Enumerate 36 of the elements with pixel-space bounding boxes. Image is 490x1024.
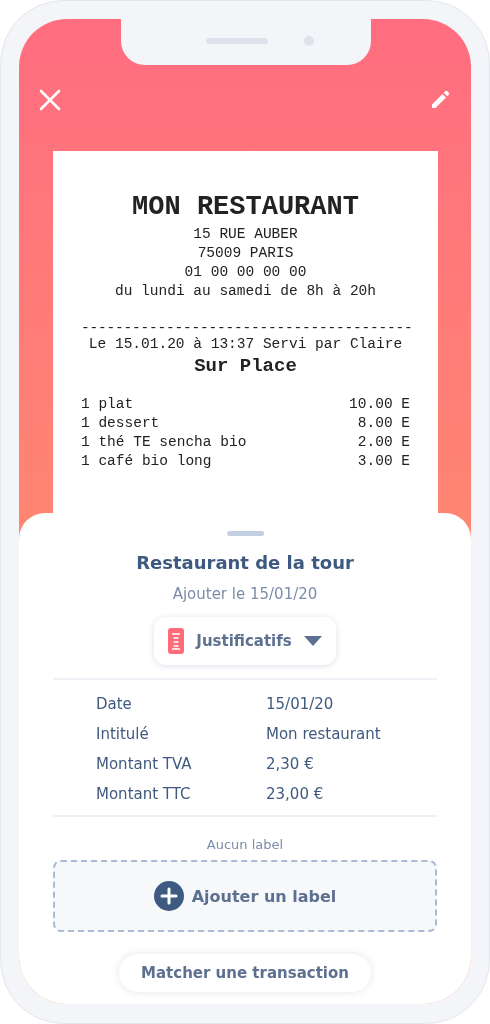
category-dropdown[interactable]: Justificatifs	[154, 617, 336, 665]
sheet-title: Restaurant de la tour	[136, 552, 354, 573]
caret-icon	[303, 636, 322, 646]
detail-label: Intitulé	[96, 724, 150, 744]
receipt-header-line: du lundi au samedi de 8h à 20h	[113, 282, 377, 301]
detail-label: Montant TVA	[96, 754, 193, 774]
item-label: 1 thé TE sencha bio	[81, 433, 247, 452]
receipt-header-line: 15 RUE AUBER	[192, 225, 299, 244]
receipt-icon	[168, 628, 185, 654]
item-label: 1 dessert	[81, 414, 160, 433]
detail-value: 15/01/20	[266, 694, 335, 714]
detail-value: 23,00 €	[266, 784, 325, 804]
match-transaction-button[interactable]: Matcher une transaction	[119, 954, 371, 992]
detail-label: Date	[96, 694, 133, 714]
served-line: Le 15.01.20 à 13:37 Servi par Claire	[87, 335, 404, 354]
pencil-icon[interactable]	[429, 89, 451, 111]
item-price: 2.00 E	[357, 433, 410, 452]
item-label: 1 plat	[81, 395, 134, 414]
item-label: 1 café bio long	[81, 452, 212, 471]
receipt-header-line: 75009 PARIS	[196, 244, 295, 263]
service-type: Sur Place	[193, 354, 298, 378]
dashed-separator: ---------------------------------------	[81, 321, 410, 335]
close-icon[interactable]	[39, 89, 61, 111]
detail-label: Montant TTC	[96, 784, 192, 804]
plus-icon	[153, 881, 184, 911]
receipt-header-line: 01 00 00 00 00	[183, 263, 308, 282]
item-price: 10.00 E	[349, 395, 410, 414]
restaurant-name: MON RESTAURANT	[131, 191, 360, 224]
sheet-subtitle: Ajouter le 15/01/20	[172, 585, 318, 603]
detail-value: 2,30 €	[266, 754, 315, 774]
item-price: 8.00 E	[357, 414, 410, 433]
drag-handle[interactable]	[226, 531, 264, 536]
labels-caption: Aucun label	[206, 837, 284, 852]
detail-value: Mon restaurant	[266, 724, 382, 744]
add-label-button[interactable]: Ajouter un label	[53, 860, 437, 932]
item-price: 3.00 E	[357, 452, 410, 471]
